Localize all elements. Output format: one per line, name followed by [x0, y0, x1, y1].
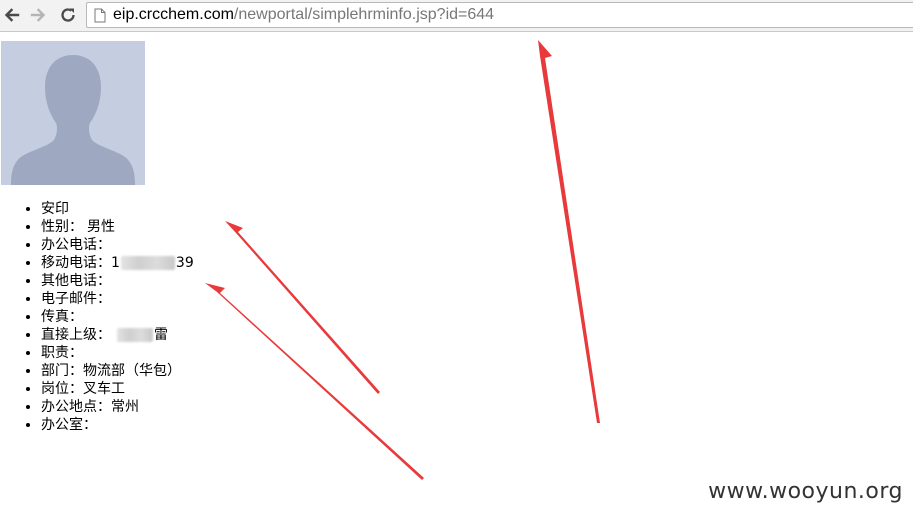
url-text[interactable]: eip.crcchem.com/newportal/simplehrminfo.…	[113, 5, 494, 25]
list-item-department: 部门：物流部（华包）	[41, 362, 194, 380]
department-value: 物流部（华包）	[83, 363, 181, 379]
list-item-email: 电子邮件：	[41, 290, 194, 308]
list-item-fax: 传真：	[41, 308, 194, 326]
list-item-position: 岗位：叉车工	[41, 380, 194, 398]
mobile-suffix: 39	[175, 255, 194, 271]
list-item-office-phone: 办公电话：	[41, 236, 194, 254]
position-value: 叉车工	[83, 381, 125, 397]
avatar	[1, 41, 145, 185]
back-button[interactable]	[0, 3, 24, 27]
list-item-supervisor: 直接上级： 雷	[41, 326, 194, 344]
gender-value: 男性	[87, 219, 115, 235]
list-item-gender: 性别：男性	[41, 218, 194, 236]
arrow-to-gender	[225, 221, 380, 394]
list-item-office-location: 办公地点：常州	[41, 398, 194, 416]
reload-button[interactable]	[56, 3, 80, 27]
url-host: eip.crcchem.com	[113, 6, 234, 23]
list-item-mobile: 移动电话：1 39	[41, 254, 194, 272]
default-avatar-icon	[1, 41, 145, 185]
mobile-prefix: 1	[111, 255, 120, 271]
duties-label: 职责：	[41, 345, 83, 361]
redacted-supervisor	[117, 328, 153, 342]
browser-toolbar: eip.crcchem.com/newportal/simplehrminfo.…	[0, 0, 913, 32]
name-text: 安印	[41, 201, 69, 217]
list-item-name: 安印	[41, 200, 194, 218]
arrow-to-mobile	[205, 283, 424, 480]
supervisor-suffix: 雷	[154, 327, 168, 343]
forward-button[interactable]	[26, 3, 50, 27]
profile-info-list: 安印 性别：男性 办公电话： 移动电话：139 其他电话： 电子邮件： 传真： …	[0, 200, 194, 434]
department-label: 部门：	[41, 363, 83, 379]
office-room-label: 办公室：	[41, 417, 97, 433]
url-path: /newportal/simplehrminfo.jsp?id=644	[233, 6, 495, 23]
office-phone-label: 办公电话：	[41, 237, 111, 253]
position-label: 岗位：	[41, 381, 83, 397]
email-label: 电子邮件：	[41, 291, 111, 307]
watermark: www.wooyun.org	[708, 479, 903, 504]
office-location-label: 办公地点：	[41, 399, 111, 415]
page-icon	[94, 8, 106, 23]
fax-label: 传真：	[41, 309, 83, 325]
other-phone-label: 其他电话：	[41, 273, 111, 289]
arrow-right-icon	[30, 8, 46, 22]
list-item-other-phone: 其他电话：	[41, 272, 194, 290]
address-bar[interactable]: eip.crcchem.com/newportal/simplehrminfo.…	[86, 2, 913, 28]
supervisor-label: 直接上级：	[41, 327, 111, 343]
office-location-value: 常州	[111, 399, 139, 415]
list-item-office-room: 办公室：	[41, 416, 194, 434]
arrow-to-url	[538, 40, 600, 423]
list-item-duties: 职责：	[41, 344, 194, 362]
reload-icon	[61, 8, 75, 22]
arrow-left-icon	[4, 8, 20, 22]
mobile-label: 移动电话：	[41, 255, 111, 271]
redacted-mobile	[120, 256, 175, 270]
gender-label: 性别：	[41, 219, 83, 235]
